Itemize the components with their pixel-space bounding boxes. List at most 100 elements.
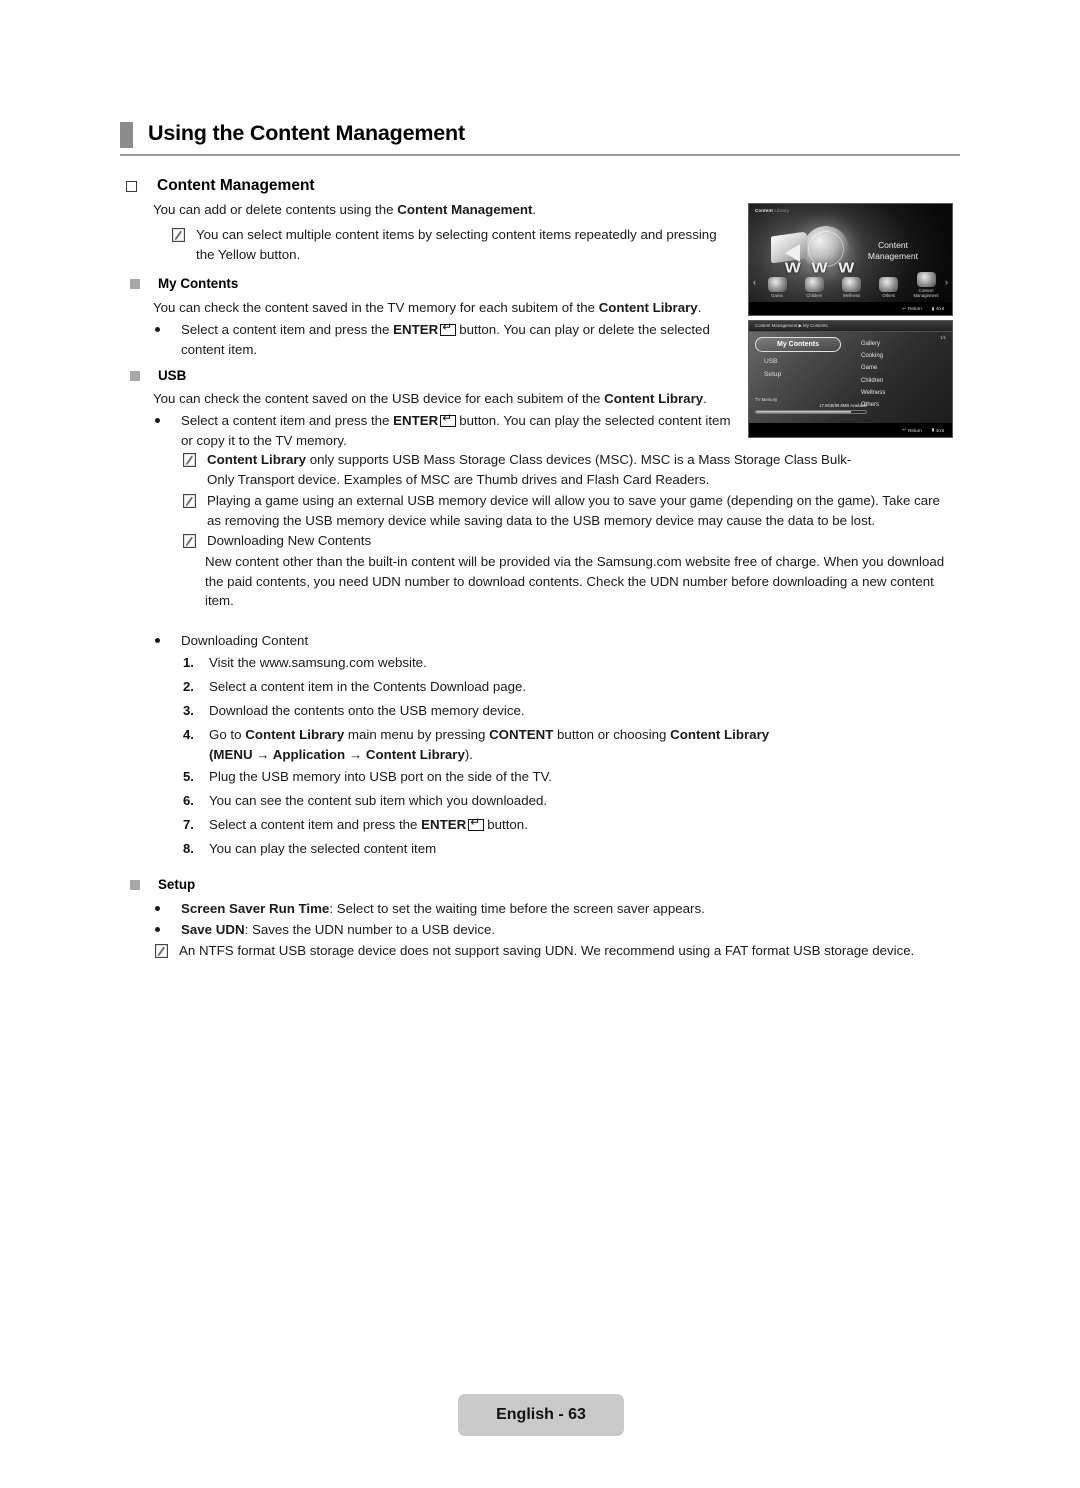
tv-left-menu: My Contents USB Setup — [755, 337, 841, 378]
step4-h: → Application → Content Library — [252, 746, 465, 762]
step4-c: main menu by pressing — [344, 727, 490, 742]
download-step-3: 3. Download the contents onto the USB me… — [183, 701, 883, 721]
my-contents-desc-bold: Content Library — [598, 300, 698, 315]
chevron-left-icon[interactable]: ‹ — [753, 277, 756, 287]
tv-content-item-children[interactable]: Children — [861, 378, 885, 384]
tv-memory-value: 17.9GB/89.8MB Available — [819, 403, 867, 408]
round-bullet-icon — [155, 418, 160, 423]
my-contents-bullet-pre: Select a content item and press the — [181, 322, 394, 337]
note-game-save: Playing a game using an external USB mem… — [183, 491, 955, 530]
tv-memory-progress-bar — [755, 410, 867, 414]
step-number: 5. — [183, 769, 194, 784]
setup-item2-bold: Save UDN — [181, 922, 245, 937]
tv-menu-item-usb[interactable]: USB — [755, 358, 841, 365]
enter-label: ENTER — [393, 413, 439, 428]
others-icon — [879, 277, 899, 292]
step7-post: button. — [487, 817, 528, 832]
intro-text-suffix: . — [532, 202, 537, 217]
tv-content-item-game[interactable]: Game — [861, 365, 885, 371]
usb-desc-bold: Content Library — [604, 391, 704, 406]
note-game-save-text: Playing a game using an external USB mem… — [207, 493, 940, 528]
usb-bullet-text: Select a content item and press the ENTE… — [181, 411, 740, 450]
title-divider — [120, 154, 960, 156]
note-pencil-icon — [172, 228, 185, 242]
tv-footer-exit[interactable]: ▮ Exit — [932, 427, 944, 433]
exit-label: Exit — [936, 427, 944, 433]
step4-f: Content Library — [670, 727, 770, 742]
usb-bullet: Select a content item and press the ENTE… — [155, 411, 740, 450]
my-contents-desc-prefix: You can check the content saved in the T… — [153, 300, 599, 315]
setup-item-text: Save UDN: Saves the UDN number to a USB … — [181, 920, 495, 940]
step-number: 8. — [183, 841, 194, 856]
setup-item2-text: : Saves the UDN number to a USB device. — [244, 922, 496, 937]
page-title: Using the Content Management — [148, 121, 465, 145]
download-step-6: 6. You can see the content sub item whic… — [183, 791, 883, 811]
tv-menu-item-setup[interactable]: Setup — [755, 371, 841, 378]
download-step-8: 8. You can play the selected content ite… — [183, 839, 883, 859]
tv-footer-return[interactable]: ↩ Return — [902, 306, 922, 312]
category-label: Wellness — [842, 293, 861, 298]
tv-footer-exit[interactable]: ▮ Exit — [932, 306, 944, 312]
intro-paragraph: You can add or delete contents using the… — [153, 200, 733, 220]
children-icon — [804, 277, 824, 292]
tv-category-content-management[interactable]: Content Management — [910, 272, 942, 298]
tv-category-wellness[interactable]: Wellness — [836, 277, 868, 298]
usb-desc-prefix: You can check the content saved on the U… — [153, 391, 605, 406]
note-msc-bold: Content Library — [207, 452, 306, 467]
step4-d: CONTENT — [489, 727, 554, 742]
step-text: Download the contents onto the USB memor… — [209, 703, 525, 718]
step-text: You can see the content sub item which y… — [209, 793, 548, 808]
tv-screenshot-my-contents: Content Management ▶ My Contents 1/1 My … — [748, 320, 953, 438]
note-pencil-icon — [183, 453, 196, 467]
note-msc: Content Library only supports USB Mass S… — [183, 450, 873, 489]
return-label: Return — [908, 427, 922, 433]
tv-content-item-wellness[interactable]: Wellness — [861, 390, 885, 396]
setup-item1-bold: Screen Saver Run Time — [181, 901, 330, 916]
tv-menu-item-my-contents[interactable]: My Contents — [755, 337, 841, 352]
enter-key-icon — [440, 412, 457, 427]
note-pencil-icon — [155, 944, 168, 958]
tv-footer-return[interactable]: ↩ Return — [902, 427, 922, 433]
subsection-heading-my-contents: My Contents — [130, 276, 238, 291]
note-msc-text: Content Library only supports USB Mass S… — [207, 450, 873, 489]
tv-screen-footer-bar: ↩ Return ▮ Exit — [749, 423, 952, 437]
tv-memory-label: TV Memory — [755, 397, 778, 402]
exit-label: Exit — [936, 306, 944, 311]
category-label: Children — [806, 293, 823, 298]
tv-content-item-cooking[interactable]: Cooking — [861, 353, 885, 359]
filled-square-bullet-icon — [130, 370, 140, 381]
category-label: Game — [771, 293, 783, 298]
tv-content-item-gallery[interactable]: Gallery — [861, 341, 885, 347]
tv-screenshot-content-library-menu: Content Library W W W Content Management… — [748, 203, 953, 316]
setup-item-text: Screen Saver Run Time: Select to set the… — [181, 899, 705, 919]
tv-screen-corner-label: Content Library — [755, 208, 789, 213]
note-ntfs: An NTFS format USB storage device does n… — [155, 941, 955, 961]
tv-category-children[interactable]: Children — [798, 277, 830, 298]
my-contents-desc-suffix: . — [697, 300, 702, 315]
subsection-heading-label: My Contents — [158, 276, 239, 291]
round-bullet-icon — [155, 906, 160, 911]
enter-key-icon — [468, 816, 485, 831]
step-number: 1. — [183, 655, 194, 670]
filled-square-bullet-icon — [130, 278, 140, 289]
tv-category-others[interactable]: Others — [873, 277, 905, 298]
step-number: 2. — [183, 679, 194, 694]
note-ntfs-text: An NTFS format USB storage device does n… — [179, 943, 915, 958]
corner-label-dim: Library — [774, 208, 790, 213]
tv-category-game[interactable]: Game — [761, 277, 793, 298]
my-contents-bullet-text: Select a content item and press the ENTE… — [181, 320, 740, 359]
round-bullet-icon — [155, 327, 160, 332]
intro-text-prefix: You can add or delete contents using the — [153, 202, 398, 217]
step-text: Select a content item in the Contents Do… — [209, 679, 527, 694]
downloading-content-bullet: Downloading Content — [155, 631, 740, 651]
round-bullet-icon — [155, 638, 160, 643]
subsection-heading-usb: USB — [130, 368, 186, 383]
enter-label: ENTER — [393, 322, 439, 337]
chevron-right-icon[interactable]: › — [945, 277, 948, 287]
my-contents-bullet: Select a content item and press the ENTE… — [155, 320, 740, 359]
hollow-square-bullet-icon — [126, 180, 137, 192]
round-bullet-icon — [155, 927, 160, 932]
usb-bullet-pre: Select a content item and press the — [181, 413, 394, 428]
download-step-5: 5. Plug the USB memory into USB port on … — [183, 767, 883, 787]
corner-label-bold: Content — [755, 208, 773, 213]
